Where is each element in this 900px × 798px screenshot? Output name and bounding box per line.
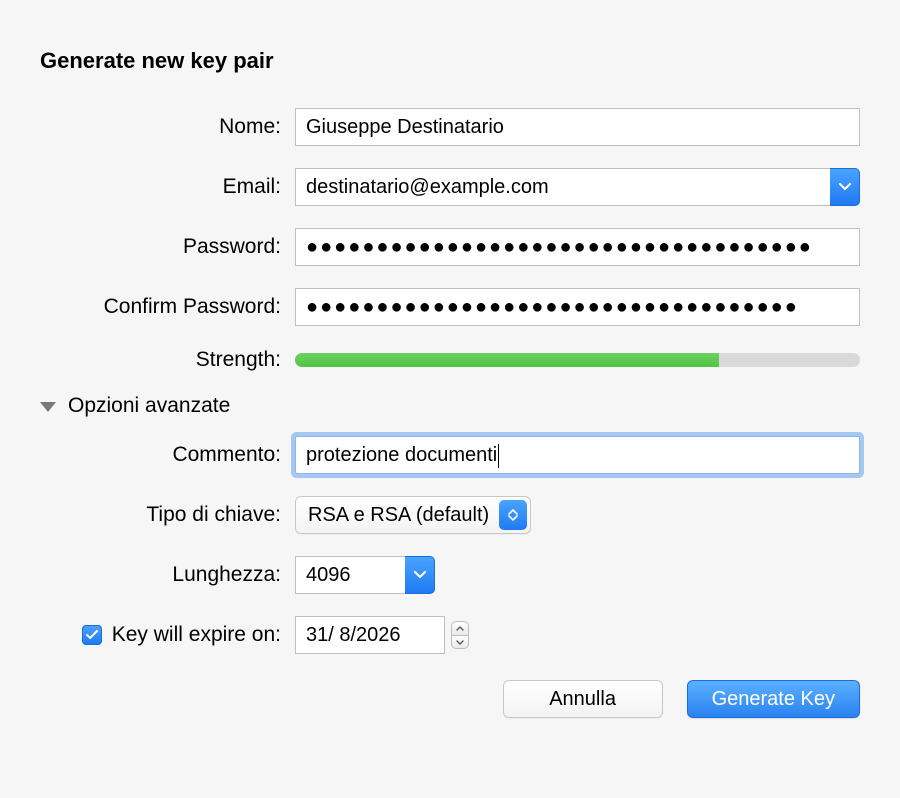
row-keytype: Tipo di chiave: RSA e RSA (default) bbox=[40, 496, 860, 534]
row-email: Email: destinatario@example.com bbox=[40, 168, 860, 206]
stepper-down-icon[interactable] bbox=[451, 635, 469, 649]
row-confirm-password: Confirm Password: ●●●●●●●●●●●●●●●●●●●●●●… bbox=[40, 288, 860, 326]
name-input[interactable]: Giuseppe Destinatario bbox=[295, 108, 860, 146]
text-caret bbox=[498, 444, 499, 468]
updown-icon bbox=[499, 500, 527, 530]
dialog-title: Generate new key pair bbox=[40, 48, 860, 74]
advanced-header-label: Opzioni avanzate bbox=[68, 394, 230, 418]
strength-meter-fill bbox=[295, 353, 719, 367]
email-dropdown-button[interactable] bbox=[830, 168, 860, 206]
email-input[interactable]: destinatario@example.com bbox=[295, 168, 830, 206]
label-name: Nome: bbox=[40, 115, 295, 139]
label-expire: Key will expire on: bbox=[112, 623, 281, 647]
comment-input[interactable]: protezione documenti bbox=[295, 436, 860, 474]
label-confirm-password: Confirm Password: bbox=[40, 295, 295, 319]
row-length: Lunghezza: 4096 bbox=[40, 556, 860, 594]
label-email: Email: bbox=[40, 175, 295, 199]
keytype-value: RSA e RSA (default) bbox=[308, 504, 499, 527]
label-keytype: Tipo di chiave: bbox=[40, 503, 295, 527]
password-input[interactable]: ●●●●●●●●●●●●●●●●●●●●●●●●●●●●●●●●●●●● bbox=[295, 228, 860, 266]
button-row: Annulla Generate Key bbox=[40, 680, 860, 718]
keytype-select[interactable]: RSA e RSA (default) bbox=[295, 496, 531, 534]
expire-date-input[interactable]: 31/ 8/2026 bbox=[295, 616, 445, 654]
strength-meter bbox=[295, 353, 860, 367]
expire-date-stepper[interactable] bbox=[451, 621, 469, 649]
expire-checkbox[interactable] bbox=[82, 625, 102, 645]
row-name: Nome: Giuseppe Destinatario bbox=[40, 108, 860, 146]
comment-input-text: protezione documenti bbox=[306, 444, 497, 466]
generate-key-button[interactable]: Generate Key bbox=[687, 680, 860, 718]
confirm-password-input[interactable]: ●●●●●●●●●●●●●●●●●●●●●●●●●●●●●●●●●●● bbox=[295, 288, 860, 326]
advanced-disclosure[interactable]: Opzioni avanzate bbox=[40, 394, 860, 418]
length-dropdown-button[interactable] bbox=[405, 556, 435, 594]
row-expire: Key will expire on: 31/ 8/2026 bbox=[40, 616, 860, 654]
label-password: Password: bbox=[40, 235, 295, 259]
length-input[interactable]: 4096 bbox=[295, 556, 405, 594]
label-length: Lunghezza: bbox=[40, 563, 295, 587]
generate-key-dialog: Generate new key pair Nome: Giuseppe Des… bbox=[0, 0, 900, 758]
stepper-up-icon[interactable] bbox=[451, 621, 469, 635]
row-password: Password: ●●●●●●●●●●●●●●●●●●●●●●●●●●●●●●… bbox=[40, 228, 860, 266]
row-strength: Strength: bbox=[40, 348, 860, 372]
disclosure-triangle-icon bbox=[40, 402, 56, 412]
label-comment: Commento: bbox=[40, 443, 295, 467]
row-comment: Commento: protezione documenti bbox=[40, 436, 860, 474]
cancel-button[interactable]: Annulla bbox=[503, 680, 663, 718]
label-strength: Strength: bbox=[40, 348, 295, 372]
